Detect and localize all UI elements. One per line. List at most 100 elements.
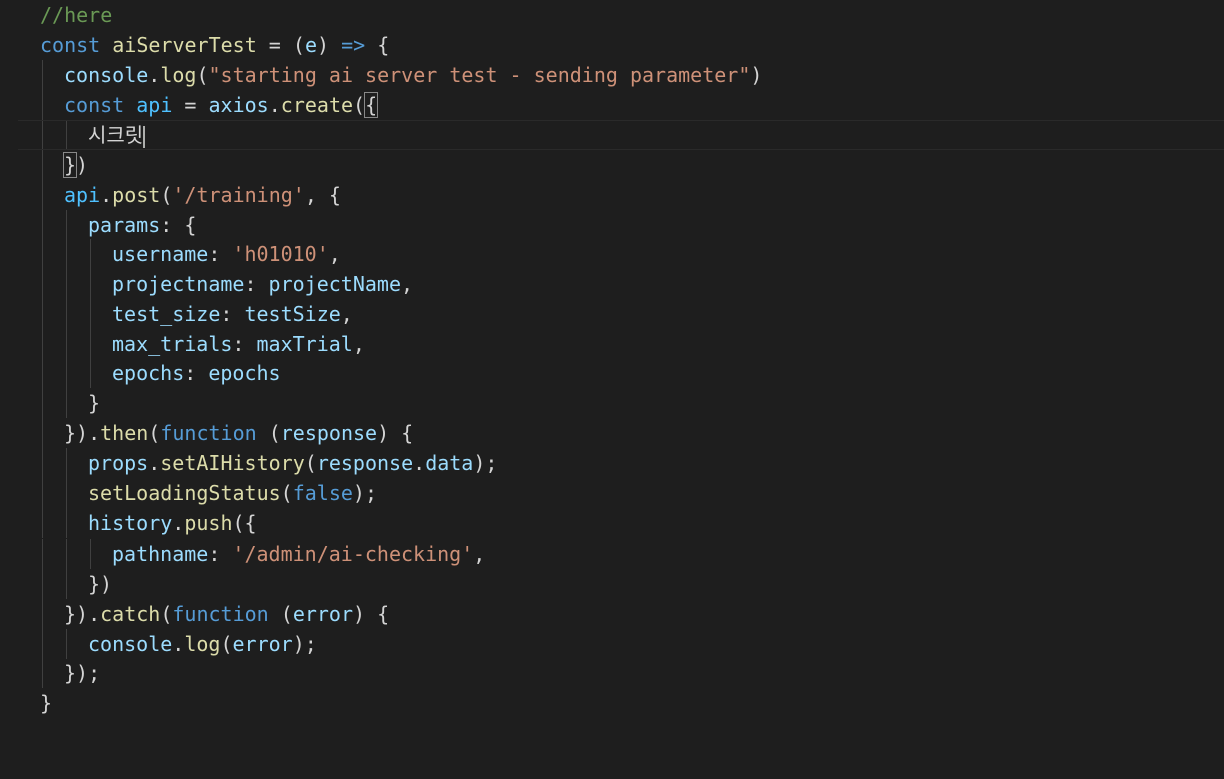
matched-bracket: } — [62, 152, 78, 178]
code-line[interactable]: setLoadingStatus(false); — [0, 478, 1224, 508]
indent-guide — [66, 539, 67, 569]
line-content: history.push({ — [88, 508, 257, 538]
line-content: console.log("starting ai server test - s… — [64, 60, 762, 90]
indent-guide — [42, 239, 43, 269]
line-content: test_size: testSize, — [112, 299, 353, 329]
punctuation: . — [172, 511, 185, 535]
punctuation: ); — [292, 632, 317, 656]
punctuation: : — [232, 332, 257, 356]
punctuation: , — [340, 302, 353, 326]
indent-guide — [66, 299, 67, 329]
code-line[interactable]: props.setAIHistory(response.data); — [0, 448, 1224, 478]
indent-guide — [42, 60, 43, 90]
punctuation: } — [88, 391, 101, 415]
indent-guide — [66, 121, 67, 149]
code-line[interactable]: }) — [0, 569, 1224, 599]
code-line[interactable]: epochs: epochs — [0, 358, 1224, 388]
object: history — [88, 511, 173, 535]
indent-guide — [42, 90, 43, 120]
punctuation: . — [148, 63, 161, 87]
property: params — [88, 213, 161, 237]
indent-guide — [42, 448, 43, 478]
parameter: error — [292, 602, 354, 626]
text-cursor — [143, 125, 146, 148]
indent-guide — [42, 299, 43, 329]
indent-guide — [66, 329, 67, 359]
code-editor[interactable]: //here const aiServerTest = (e) => { con… — [0, 0, 1224, 715]
line-content: const api = axios.create({ — [64, 90, 379, 120]
indent-guide — [66, 508, 67, 538]
property: projectname — [112, 272, 245, 296]
indent-guide — [42, 358, 43, 388]
indent-guide — [66, 388, 67, 418]
code-line[interactable]: console.log(error); — [0, 629, 1224, 659]
keyword: const — [40, 33, 101, 57]
punctuation: ); — [473, 451, 498, 475]
code-line[interactable]: const aiServerTest = (e) => { — [0, 30, 1224, 60]
code-line[interactable]: }).catch(function (error) { — [0, 599, 1224, 629]
code-line[interactable]: history.push({ — [0, 508, 1224, 538]
code-line[interactable]: }) — [0, 150, 1224, 180]
code-line[interactable]: const api = axios.create({ — [0, 90, 1224, 120]
punctuation: , — [328, 242, 341, 266]
arrow: => — [341, 33, 366, 57]
string: 'h01010' — [232, 242, 329, 266]
indent-guide — [66, 569, 67, 599]
line-content: epochs: epochs — [112, 358, 281, 388]
parameter: e — [304, 33, 317, 57]
identifier: error — [232, 632, 293, 656]
code-line[interactable]: username: 'h01010', — [0, 239, 1224, 269]
line-content: }) — [88, 569, 112, 599]
code-line-current[interactable]: 시크릿 — [18, 120, 1224, 150]
boolean: false — [292, 481, 353, 505]
indent-guide — [42, 569, 43, 599]
code-line[interactable]: } — [0, 388, 1224, 418]
code-line[interactable]: console.log("starting ai server test - s… — [0, 60, 1224, 90]
punctuation: : — [208, 242, 233, 266]
line-content: api.post('/training', { — [64, 180, 341, 210]
method: log — [160, 63, 197, 87]
punctuation: ) — [750, 63, 763, 87]
punctuation: ( — [304, 451, 317, 475]
code-line[interactable]: //here — [0, 0, 1224, 30]
code-line[interactable]: test_size: testSize, — [0, 299, 1224, 329]
string: '/training' — [172, 183, 305, 207]
method: catch — [100, 602, 161, 626]
code-line[interactable]: }).then(function (response) { — [0, 418, 1224, 448]
punctuation: { — [365, 33, 390, 57]
korean-text: 시크릿 — [88, 123, 144, 147]
code-line[interactable]: pathname: '/admin/ai-checking', — [0, 539, 1224, 569]
punctuation: }) — [88, 572, 113, 596]
indent-guide — [42, 210, 43, 240]
punctuation: ( — [196, 63, 209, 87]
indent-guide — [42, 180, 43, 210]
punctuation: ( — [280, 481, 293, 505]
method: setAIHistory — [160, 451, 305, 475]
line-content: const aiServerTest = (e) => { — [40, 30, 389, 60]
punctuation: : — [208, 542, 233, 566]
property: max_trials — [112, 332, 233, 356]
indent-guide — [42, 508, 43, 538]
code-line[interactable]: }); — [0, 658, 1224, 688]
punctuation: ( — [220, 632, 233, 656]
punctuation: = ( — [256, 33, 305, 57]
punctuation: . — [413, 451, 426, 475]
code-line[interactable]: projectname: projectName, — [0, 269, 1224, 299]
object: props — [88, 451, 149, 475]
code-line[interactable]: params: { — [0, 210, 1224, 240]
punctuation: . — [172, 632, 185, 656]
code-line[interactable]: api.post('/training', { — [0, 180, 1224, 210]
indent-guide — [42, 150, 43, 180]
punctuation: . — [268, 93, 281, 117]
variable: api — [64, 183, 101, 207]
identifier: projectName — [268, 272, 401, 296]
punctuation: }). — [64, 602, 101, 626]
code-line[interactable]: max_trials: maxTrial, — [0, 329, 1224, 359]
line-content: setLoadingStatus(false); — [88, 478, 377, 508]
indent-guide — [42, 478, 43, 508]
line-content: pathname: '/admin/ai-checking', — [112, 539, 485, 569]
line-content: 시크릿 — [88, 121, 146, 149]
object: axios — [208, 93, 269, 117]
indent-guide — [90, 239, 91, 269]
indent-guide — [42, 388, 43, 418]
